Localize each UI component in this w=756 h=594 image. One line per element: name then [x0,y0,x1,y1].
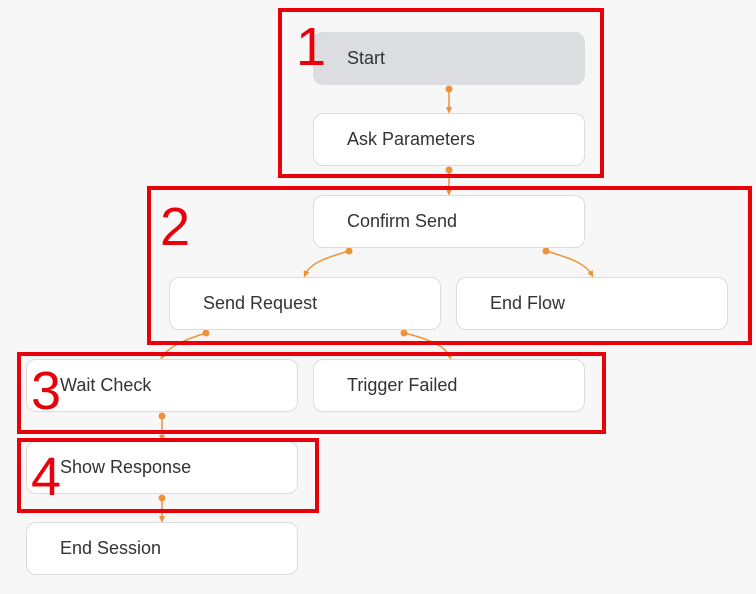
flow-diagram: Start Ask Parameters Confirm Send Send R… [0,0,756,594]
node-label: End Session [60,538,162,558]
group-box-4 [17,438,319,513]
group-box-3 [17,352,606,434]
group-number-4: 4 [31,447,62,507]
group-number-3: 3 [31,361,62,421]
node-end-session[interactable]: End Session [26,522,298,575]
group-number-1: 1 [296,17,327,77]
group-box-1 [278,8,604,178]
group-number-2: 2 [160,197,191,257]
group-box-2 [147,186,752,345]
